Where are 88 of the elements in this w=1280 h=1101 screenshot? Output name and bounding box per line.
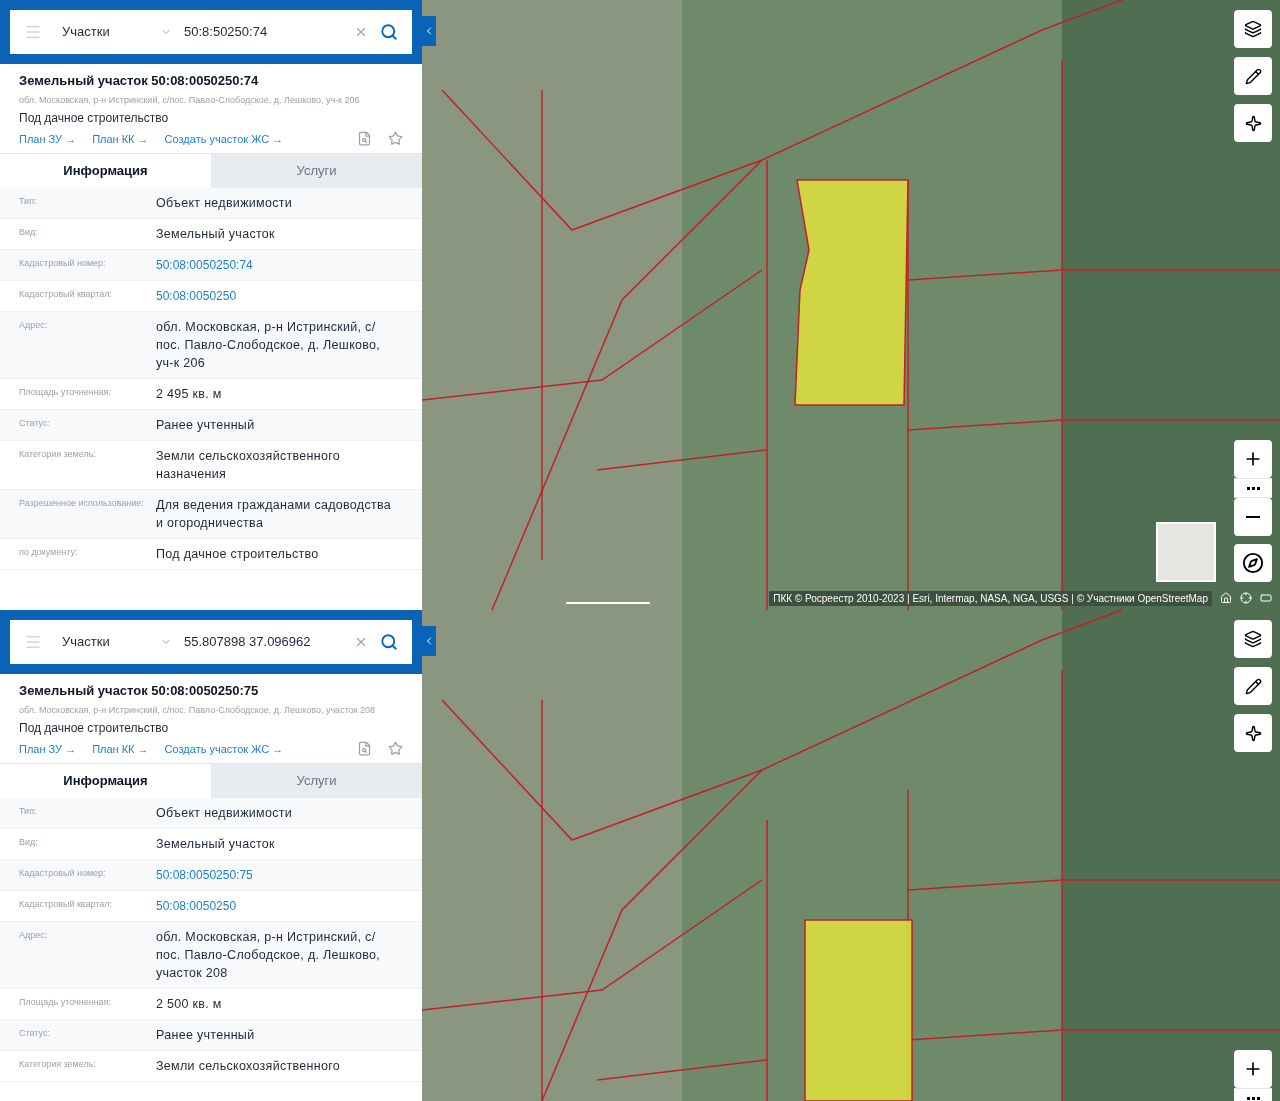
field-label: Категория земель: bbox=[19, 448, 97, 461]
layers-icon bbox=[1244, 20, 1262, 38]
field-value: Ранее учтенный bbox=[156, 417, 256, 434]
minus-icon bbox=[1246, 516, 1260, 518]
field-label: Тип: bbox=[19, 195, 38, 208]
clear-icon[interactable] bbox=[354, 25, 368, 39]
parcel-purpose: Под дачное строительство bbox=[19, 719, 170, 737]
field-label: Адрес: bbox=[19, 319, 49, 332]
locate-button[interactable] bbox=[1234, 104, 1272, 142]
zoom-out-button[interactable] bbox=[1234, 498, 1272, 536]
parcel-address: обл. Московская, р-н Истринский, с/пос. Павло-Слободское, д. Лешково, участок 208 bbox=[19, 704, 377, 715]
category-select[interactable]: Участки bbox=[62, 632, 172, 652]
dots-icon bbox=[1246, 1096, 1260, 1100]
category-select[interactable]: Участки bbox=[62, 22, 172, 42]
field-label: Площадь уточненная: bbox=[19, 386, 112, 399]
field-label: Адрес: bbox=[19, 929, 49, 942]
field-label: Вид: bbox=[19, 226, 39, 239]
document-search-icon[interactable] bbox=[357, 741, 372, 757]
search-field[interactable]: 50:8:50250:74 bbox=[184, 22, 342, 42]
layers-button[interactable] bbox=[1234, 10, 1272, 48]
parcel-title: Земельный участок 50:08:0050250:75 bbox=[19, 682, 260, 700]
document-search-icon[interactable] bbox=[357, 131, 372, 147]
field-label: Площадь уточненная: bbox=[19, 996, 112, 1009]
collapse-panel-button[interactable] bbox=[422, 626, 436, 656]
sparkle-icon bbox=[1244, 724, 1262, 742]
search-icon[interactable] bbox=[380, 633, 398, 651]
zoom-in-button[interactable] bbox=[1234, 440, 1272, 478]
layers-button[interactable] bbox=[1234, 620, 1272, 658]
field-value: Для ведения гражданами садоводства и огородничества bbox=[156, 497, 393, 532]
field-link[interactable]: 50:08:0050250:75 bbox=[156, 866, 253, 884]
locate-button[interactable] bbox=[1234, 714, 1272, 752]
more-options-button[interactable] bbox=[1234, 478, 1272, 498]
field-value: Объект недвижимости bbox=[156, 805, 294, 822]
ruler-button[interactable] bbox=[1234, 667, 1272, 705]
field-label: Кадастровый квартал: bbox=[19, 898, 114, 911]
field-label: Тип: bbox=[19, 805, 38, 818]
search-icon[interactable] bbox=[380, 23, 398, 41]
field-label: Кадастровый номер: bbox=[19, 257, 107, 270]
compass-icon bbox=[1242, 552, 1264, 574]
field-label: по документу: bbox=[19, 546, 79, 559]
action-link[interactable]: Создать участок ЖС → bbox=[164, 130, 284, 147]
field-value: Ранее учтенный bbox=[156, 1027, 256, 1044]
pencil-icon bbox=[1244, 67, 1262, 85]
field-value: Земли сельскохозяйственного назначения bbox=[156, 448, 342, 483]
field-label: Категория земель: bbox=[19, 1058, 97, 1071]
action-link[interactable]: Создать участок ЖС → bbox=[164, 740, 284, 757]
clear-icon[interactable] bbox=[354, 635, 368, 649]
field-link[interactable]: 50:08:0050250 bbox=[156, 897, 237, 915]
home-icon[interactable] bbox=[1220, 592, 1232, 604]
field-value: Земельный участок bbox=[156, 836, 276, 853]
field-label: Статус: bbox=[19, 417, 51, 430]
zoom-in-button[interactable] bbox=[1234, 1050, 1272, 1088]
field-label: Разрешенное использование: bbox=[19, 497, 145, 510]
field-value: Земли сельскохозяйственного bbox=[156, 1058, 342, 1075]
field-value: Объект недвижимости bbox=[156, 195, 294, 212]
field-value: 2 495 кв. м bbox=[156, 386, 223, 403]
field-value: Под дачное строительство bbox=[156, 546, 320, 563]
parcel-purpose: Под дачное строительство bbox=[19, 109, 170, 127]
compass-button[interactable] bbox=[1234, 544, 1272, 582]
parcel-address: обл. Московская, р-н Истринский, с/пос. Павло-Слободское, д. Лешково, уч-к 206 bbox=[19, 94, 361, 105]
tab[interactable]: Услуги bbox=[211, 154, 422, 188]
layers-icon bbox=[1244, 630, 1262, 648]
field-value: 2 500 кв. м bbox=[156, 996, 223, 1013]
field-link[interactable]: 50:08:0050250:74 bbox=[156, 256, 253, 274]
search-field[interactable]: 55.807898 37.096962 bbox=[184, 632, 342, 652]
star-icon[interactable] bbox=[388, 741, 403, 757]
action-link[interactable]: План КК → bbox=[92, 130, 149, 147]
field-link[interactable]: 50:08:0050250 bbox=[156, 287, 237, 305]
sparkle-icon bbox=[1244, 114, 1262, 132]
tab[interactable]: Услуги bbox=[211, 764, 422, 798]
star-icon[interactable] bbox=[388, 131, 403, 147]
ruler-button[interactable] bbox=[1234, 57, 1272, 95]
field-label: Статус: bbox=[19, 1027, 51, 1040]
fullscreen-icon[interactable] bbox=[1260, 592, 1272, 604]
parcel-title: Земельный участок 50:08:0050250:74 bbox=[19, 72, 260, 90]
crosshair-icon[interactable] bbox=[1240, 592, 1252, 604]
collapse-panel-button[interactable] bbox=[422, 16, 436, 46]
field-value: обл. Московская, р-н Истринский, с/ пос. Павло-Слободское, д. Лешково, участок 208 bbox=[156, 929, 382, 982]
dots-icon bbox=[1246, 486, 1260, 490]
field-label: Кадастровый квартал: bbox=[19, 288, 114, 301]
field-label: Вид: bbox=[19, 836, 39, 849]
action-link[interactable]: План ЗУ → bbox=[19, 740, 77, 757]
action-link[interactable]: План ЗУ → bbox=[19, 130, 77, 147]
field-value: Земельный участок bbox=[156, 226, 276, 243]
field-label: Кадастровый номер: bbox=[19, 867, 107, 880]
action-link[interactable]: План КК → bbox=[92, 740, 149, 757]
pencil-icon bbox=[1244, 677, 1262, 695]
field-value: обл. Московская, р-н Истринский, с/ пос. Павло-Слободское, д. Лешково, уч-к 206 bbox=[156, 319, 382, 372]
